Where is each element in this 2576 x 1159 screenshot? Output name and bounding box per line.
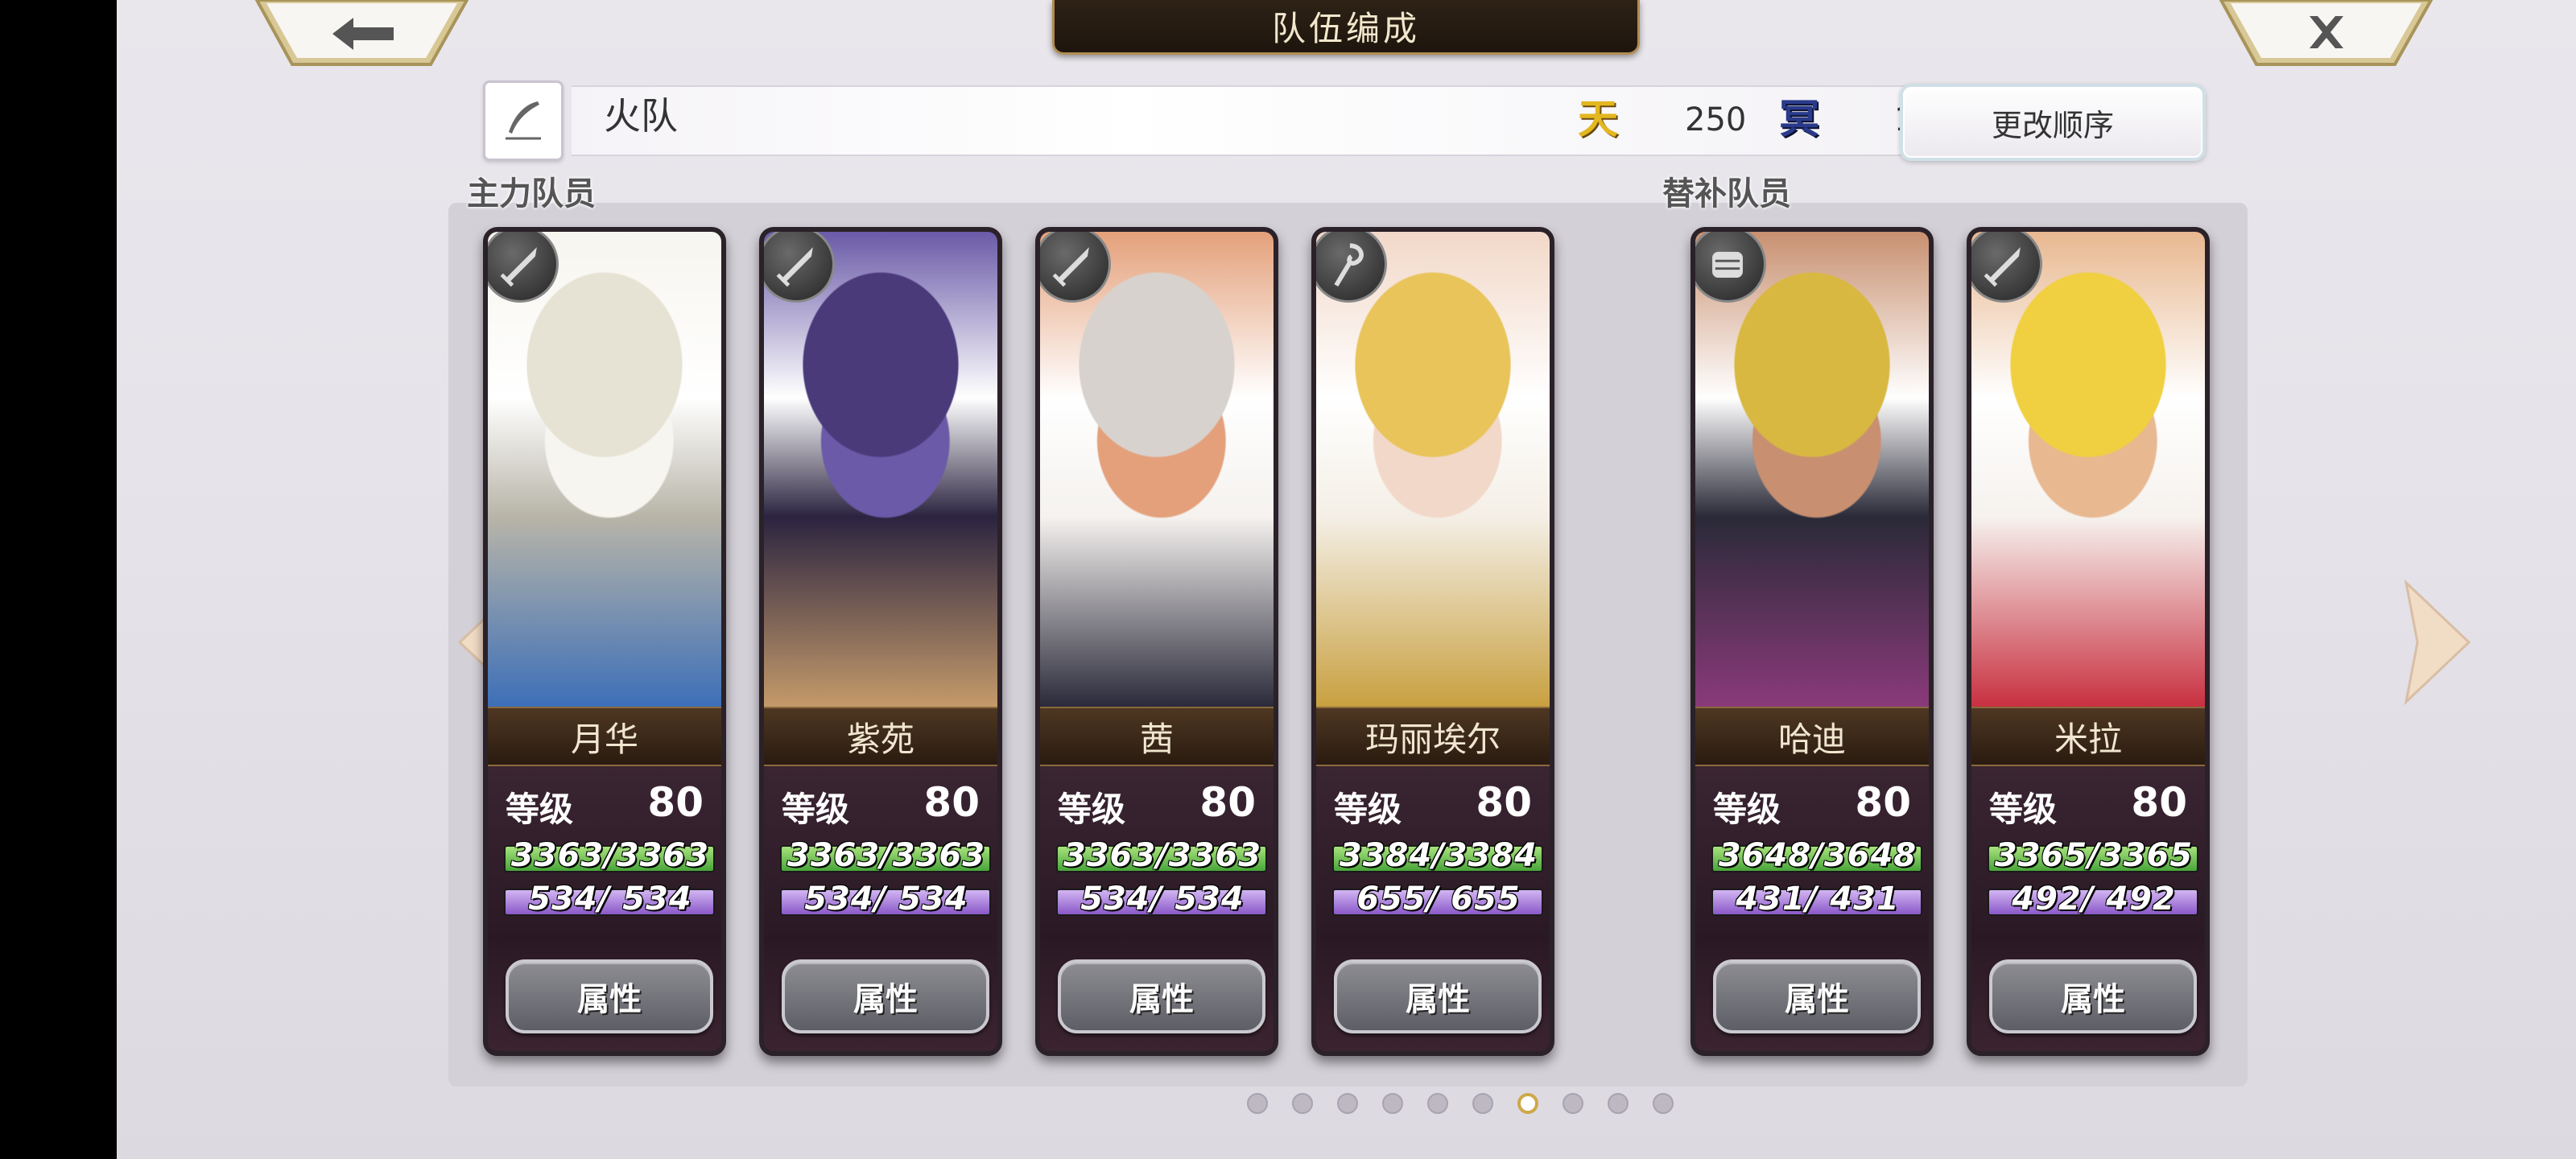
member-stats: 等级 80 3384/3384 655/ 655 属性 xyxy=(1316,766,1550,1051)
heaven-resource-value: 250 xyxy=(1685,101,1747,138)
close-icon xyxy=(2219,0,2434,66)
sword-icon xyxy=(1971,232,2042,303)
attributes-button[interactable]: 属性 xyxy=(1058,959,1265,1033)
main-members-label: 主力队员 xyxy=(467,175,596,212)
heaven-resource-icon: 天 xyxy=(1578,96,1618,142)
member-card[interactable]: 茜 等级 80 3363/3363 534/ 534 属性 xyxy=(1035,227,1278,1056)
back-button[interactable] xyxy=(254,0,469,71)
attributes-button[interactable]: 属性 xyxy=(1334,959,1542,1033)
hp-value: 3363/3363 xyxy=(786,837,986,874)
character-portrait xyxy=(1316,232,1550,707)
back-arrow-icon xyxy=(254,0,469,66)
hp-value: 3384/3384 xyxy=(1339,837,1538,874)
sword-icon xyxy=(764,232,835,303)
character-portrait xyxy=(488,232,721,707)
member-card[interactable]: 米拉 等级 80 3365/3365 492/ 492 属性 xyxy=(1967,227,2210,1056)
quill-pen-icon xyxy=(506,101,541,140)
level-value: 80 xyxy=(1476,779,1532,826)
page-dot[interactable] xyxy=(1653,1093,1674,1114)
page-dot[interactable] xyxy=(1472,1093,1493,1114)
page-dot[interactable] xyxy=(1608,1093,1629,1114)
mp-value: 534/ 534 xyxy=(528,881,692,918)
staff-icon xyxy=(1316,232,1387,303)
character-portrait xyxy=(1040,232,1274,707)
screen-title: 队伍编成 xyxy=(1052,0,1640,55)
page-dot[interactable] xyxy=(1292,1093,1313,1114)
sword-icon xyxy=(488,232,559,303)
hp-value: 3363/3363 xyxy=(510,837,710,874)
level-value: 80 xyxy=(923,779,980,826)
mp-value: 492/ 492 xyxy=(2012,881,2176,918)
level-label: 等级 xyxy=(506,790,574,829)
attributes-button[interactable]: 属性 xyxy=(506,959,713,1033)
mp-value: 431/ 431 xyxy=(1736,881,1900,918)
member-stats: 等级 80 3365/3365 492/ 492 属性 xyxy=(1971,766,2205,1051)
page-dot[interactable] xyxy=(1337,1093,1358,1114)
member-name: 茜 xyxy=(1040,707,1274,766)
mp-value: 534/ 534 xyxy=(1080,881,1245,918)
level-label: 等级 xyxy=(1713,790,1781,829)
character-portrait xyxy=(764,232,997,707)
member-stats: 等级 80 3363/3363 534/ 534 属性 xyxy=(1040,766,1274,1051)
mp-value: 534/ 534 xyxy=(804,881,968,918)
level-value: 80 xyxy=(1855,779,1911,826)
mp-value: 655/ 655 xyxy=(1356,881,1521,918)
level-label: 等级 xyxy=(1989,790,2058,829)
attributes-button[interactable]: 属性 xyxy=(782,959,989,1033)
underworld-resource-icon: 冥 xyxy=(1779,96,1819,142)
page-dot[interactable] xyxy=(1517,1093,1538,1114)
member-name: 月华 xyxy=(488,707,721,766)
level-label: 等级 xyxy=(1334,790,1402,829)
level-value: 80 xyxy=(1199,779,1256,826)
change-order-button[interactable]: 更改顺序 xyxy=(1900,84,2206,161)
member-card[interactable]: 月华 等级 80 3363/3363 534/ 534 属性 xyxy=(483,227,726,1056)
level-value: 80 xyxy=(2131,779,2187,826)
member-card[interactable]: 玛丽埃尔 等级 80 3384/3384 655/ 655 属性 xyxy=(1311,227,1554,1056)
edit-team-name-button[interactable] xyxy=(483,80,564,161)
member-stats: 等级 80 3648/3648 431/ 431 属性 xyxy=(1695,766,1929,1051)
member-name: 紫苑 xyxy=(764,707,997,766)
member-card[interactable]: 哈迪 等级 80 3648/3648 431/ 431 属性 xyxy=(1690,227,1934,1056)
close-button[interactable] xyxy=(2219,0,2434,71)
hp-value: 3363/3363 xyxy=(1063,837,1262,874)
fist-icon xyxy=(1695,232,1766,303)
character-portrait xyxy=(1695,232,1929,707)
member-stats: 等级 80 3363/3363 534/ 534 属性 xyxy=(764,766,997,1051)
screen-title-text: 队伍编成 xyxy=(1271,9,1420,48)
page-dot[interactable] xyxy=(1427,1093,1448,1114)
member-stats: 等级 80 3363/3363 534/ 534 属性 xyxy=(488,766,721,1051)
hp-value: 3648/3648 xyxy=(1718,837,1918,874)
member-name: 玛丽埃尔 xyxy=(1316,707,1550,766)
attributes-button[interactable]: 属性 xyxy=(1713,959,1921,1033)
reserve-members-label: 替补队员 xyxy=(1662,175,1791,212)
level-label: 等级 xyxy=(1058,790,1126,829)
character-portrait xyxy=(1971,232,2205,707)
member-name: 哈迪 xyxy=(1695,707,1929,766)
level-label: 等级 xyxy=(782,790,850,829)
attributes-button[interactable]: 属性 xyxy=(1989,959,2197,1033)
team-formation-screen: 队伍编成 火队 天 250 冥 121 更改顺序 主力队员 替补队员 xyxy=(117,0,2576,1159)
page-dot[interactable] xyxy=(1563,1093,1583,1114)
sword-icon xyxy=(1040,232,1111,303)
team-name: 火队 xyxy=(604,94,678,138)
next-page-arrow-icon[interactable] xyxy=(2401,578,2474,707)
level-value: 80 xyxy=(647,779,704,826)
member-name: 米拉 xyxy=(1971,707,2205,766)
page-indicator xyxy=(1247,1093,1674,1114)
page-dot[interactable] xyxy=(1382,1093,1403,1114)
page-dot[interactable] xyxy=(1247,1093,1268,1114)
hp-value: 3365/3365 xyxy=(1994,837,2194,874)
member-card[interactable]: 紫苑 等级 80 3363/3363 534/ 534 属性 xyxy=(759,227,1002,1056)
team-info-bar xyxy=(572,85,1968,156)
